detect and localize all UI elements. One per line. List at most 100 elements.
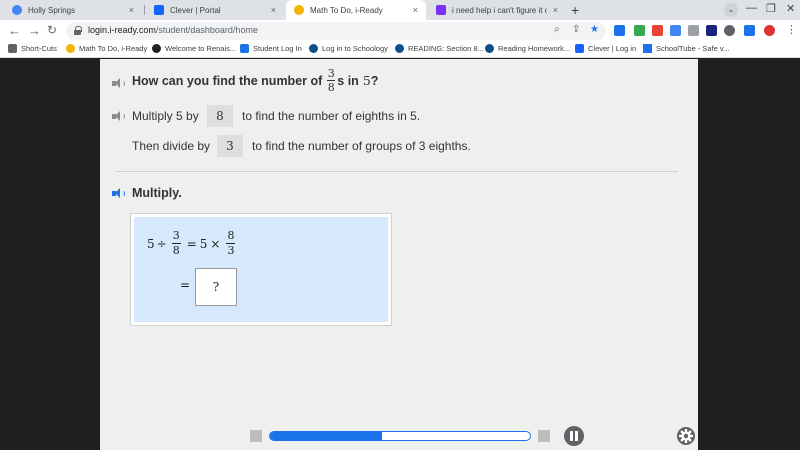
tab-title: Clever | Portal	[170, 5, 221, 15]
share-icon[interactable]: ⇪	[572, 24, 580, 35]
question-number: 5	[362, 73, 371, 88]
step2-value-chip: 3	[217, 135, 243, 157]
bookmark-label: Student Log In	[253, 44, 302, 53]
fraction-three-eighths: 3 8	[327, 67, 336, 93]
schoology-icon	[309, 44, 318, 53]
answer-equals-sign: =	[180, 278, 191, 292]
speaker-icon[interactable]	[112, 111, 126, 122]
schoology-icon	[395, 44, 404, 53]
tab-holly-springs[interactable]: Holly Springs ×	[4, 0, 142, 20]
close-tab-icon[interactable]: ×	[553, 5, 558, 15]
extension-icon[interactable]	[634, 25, 645, 36]
fraction-three-eighths: 3 8	[171, 229, 181, 257]
bookmark-short-cuts[interactable]: Short-Cuts	[8, 44, 57, 53]
iready-icon	[294, 5, 304, 15]
step2-before: Then divide by	[132, 139, 211, 153]
fraction-eight-thirds: 8 3	[226, 229, 236, 257]
bookmark-star-icon[interactable]: ★	[590, 24, 599, 35]
question-prefix: How can you find the number of	[132, 73, 323, 88]
lesson-progress-bar	[269, 431, 531, 441]
gear-icon[interactable]	[676, 426, 696, 446]
tab-title: Holly Springs	[28, 5, 76, 15]
bookmark-label: SchoolTube - Safe v...	[656, 44, 730, 53]
url-path: /student/dashboard/home	[155, 25, 258, 35]
speaker-icon[interactable]	[112, 78, 126, 89]
step2-after: to find the number of groups of 3 eighth…	[252, 139, 471, 153]
extension-icon[interactable]	[688, 25, 699, 36]
progress-fill	[270, 432, 382, 440]
tab-search-button[interactable]: ⌄	[724, 3, 738, 17]
address-bar[interactable]: login.i-ready.com/student/dashboard/home…	[66, 22, 606, 40]
bookmark-label: READING: Section 8...	[408, 44, 484, 53]
fraction-numerator: 3	[172, 229, 180, 242]
tab-i-need-help[interactable]: i need help i can't figure it out lo ×	[428, 0, 566, 20]
extension-icon[interactable]	[706, 25, 717, 36]
multiplicand: 5	[199, 236, 208, 251]
bookmark-reading-homework[interactable]: Reading Homework...	[485, 44, 570, 53]
step1-before: Multiply 5 by	[132, 109, 199, 123]
browser-toolbar: ← → ↻ login.i-ready.com/student/dashboar…	[0, 20, 800, 42]
times-sign: ×	[210, 236, 221, 251]
close-tab-icon[interactable]: ×	[413, 5, 418, 15]
close-window-icon[interactable]: ✕	[786, 2, 795, 15]
extension-icon[interactable]	[614, 25, 625, 36]
fraction-numerator: 3	[327, 67, 335, 80]
multiply-label: Multiply.	[132, 186, 182, 200]
bookmark-label: Log in to Schoology	[322, 44, 388, 53]
more-menu-icon[interactable]: ⋮	[786, 23, 797, 36]
previous-button[interactable]	[250, 430, 262, 442]
forward-arrow-icon[interactable]: →	[28, 23, 41, 38]
side-panel-icon[interactable]	[744, 25, 755, 36]
folder-icon	[8, 44, 17, 53]
new-tab-button[interactable]: +	[571, 2, 579, 18]
division-sign: ÷	[156, 236, 167, 251]
bookmarks-bar: Short-Cuts Math To Do, i-Ready Welcome t…	[0, 42, 800, 58]
bookmark-schoology[interactable]: Log in to Schoology	[309, 44, 388, 53]
extension-icon[interactable]	[670, 25, 681, 36]
lock-icon	[74, 26, 82, 35]
answer-input[interactable]: ?	[195, 268, 237, 306]
bookmark-reading-section[interactable]: READING: Section 8...	[395, 44, 484, 53]
zoom-icon[interactable]: ⌕	[554, 24, 560, 35]
bookmark-clever-log-in[interactable]: Clever | Log in	[575, 44, 636, 53]
reload-icon[interactable]: ↻	[47, 23, 57, 37]
tab-strip: Holly Springs × Clever | Portal × Math T…	[0, 0, 800, 20]
step1-after: to find the number of eighths in 5.	[242, 109, 421, 123]
minimize-icon[interactable]: —	[746, 2, 757, 14]
brainly-icon	[436, 5, 446, 15]
step1-value-chip: 8	[207, 105, 233, 127]
tab-math-to-do[interactable]: Math To Do, i-Ready ×	[286, 0, 426, 20]
tab-title: i need help i can't figure it out lo	[452, 5, 547, 15]
next-button[interactable]	[538, 430, 550, 442]
close-tab-icon[interactable]: ×	[271, 5, 276, 15]
dividend: 5	[147, 236, 155, 251]
bookmark-math-to-do[interactable]: Math To Do, i-Ready	[66, 44, 147, 53]
bookmark-renaissance[interactable]: Welcome to Renais...	[152, 44, 236, 53]
section-divider	[116, 171, 678, 172]
pause-icon[interactable]	[564, 426, 584, 446]
clever-icon	[575, 44, 584, 53]
bookmark-label: Clever | Log in	[588, 44, 637, 53]
bookmark-label: Welcome to Renais...	[165, 44, 237, 53]
question-suffix: s in	[337, 73, 359, 88]
extensions-puzzle-icon[interactable]	[724, 25, 735, 36]
bookmark-schooltube[interactable]: SchoolTube - Safe v...	[643, 44, 729, 53]
tab-clever-portal[interactable]: Clever | Portal ×	[146, 0, 284, 20]
url-host: login.i-ready.com	[88, 25, 156, 35]
division-equation: 5 ÷ 3 8 = 5 × 8 3	[147, 230, 238, 257]
extension-icon[interactable]	[652, 25, 663, 36]
close-tab-icon[interactable]: ×	[129, 5, 134, 15]
back-arrow-icon[interactable]: ←	[8, 23, 21, 38]
fraction-denominator: 8	[172, 244, 180, 257]
maximize-icon[interactable]: ❐	[766, 2, 776, 15]
bookmark-student-log-in[interactable]: Student Log In	[240, 44, 302, 53]
speaker-icon[interactable]	[112, 188, 126, 199]
tab-title: Math To Do, i-Ready	[310, 5, 383, 15]
fraction-denominator: 3	[227, 244, 235, 257]
cloud-icon	[12, 5, 22, 15]
question-mark: ?	[370, 73, 379, 88]
avatar[interactable]	[764, 25, 775, 36]
fraction-numerator: 8	[227, 229, 235, 242]
renaissance-icon	[152, 44, 161, 53]
clever-icon	[154, 5, 164, 15]
